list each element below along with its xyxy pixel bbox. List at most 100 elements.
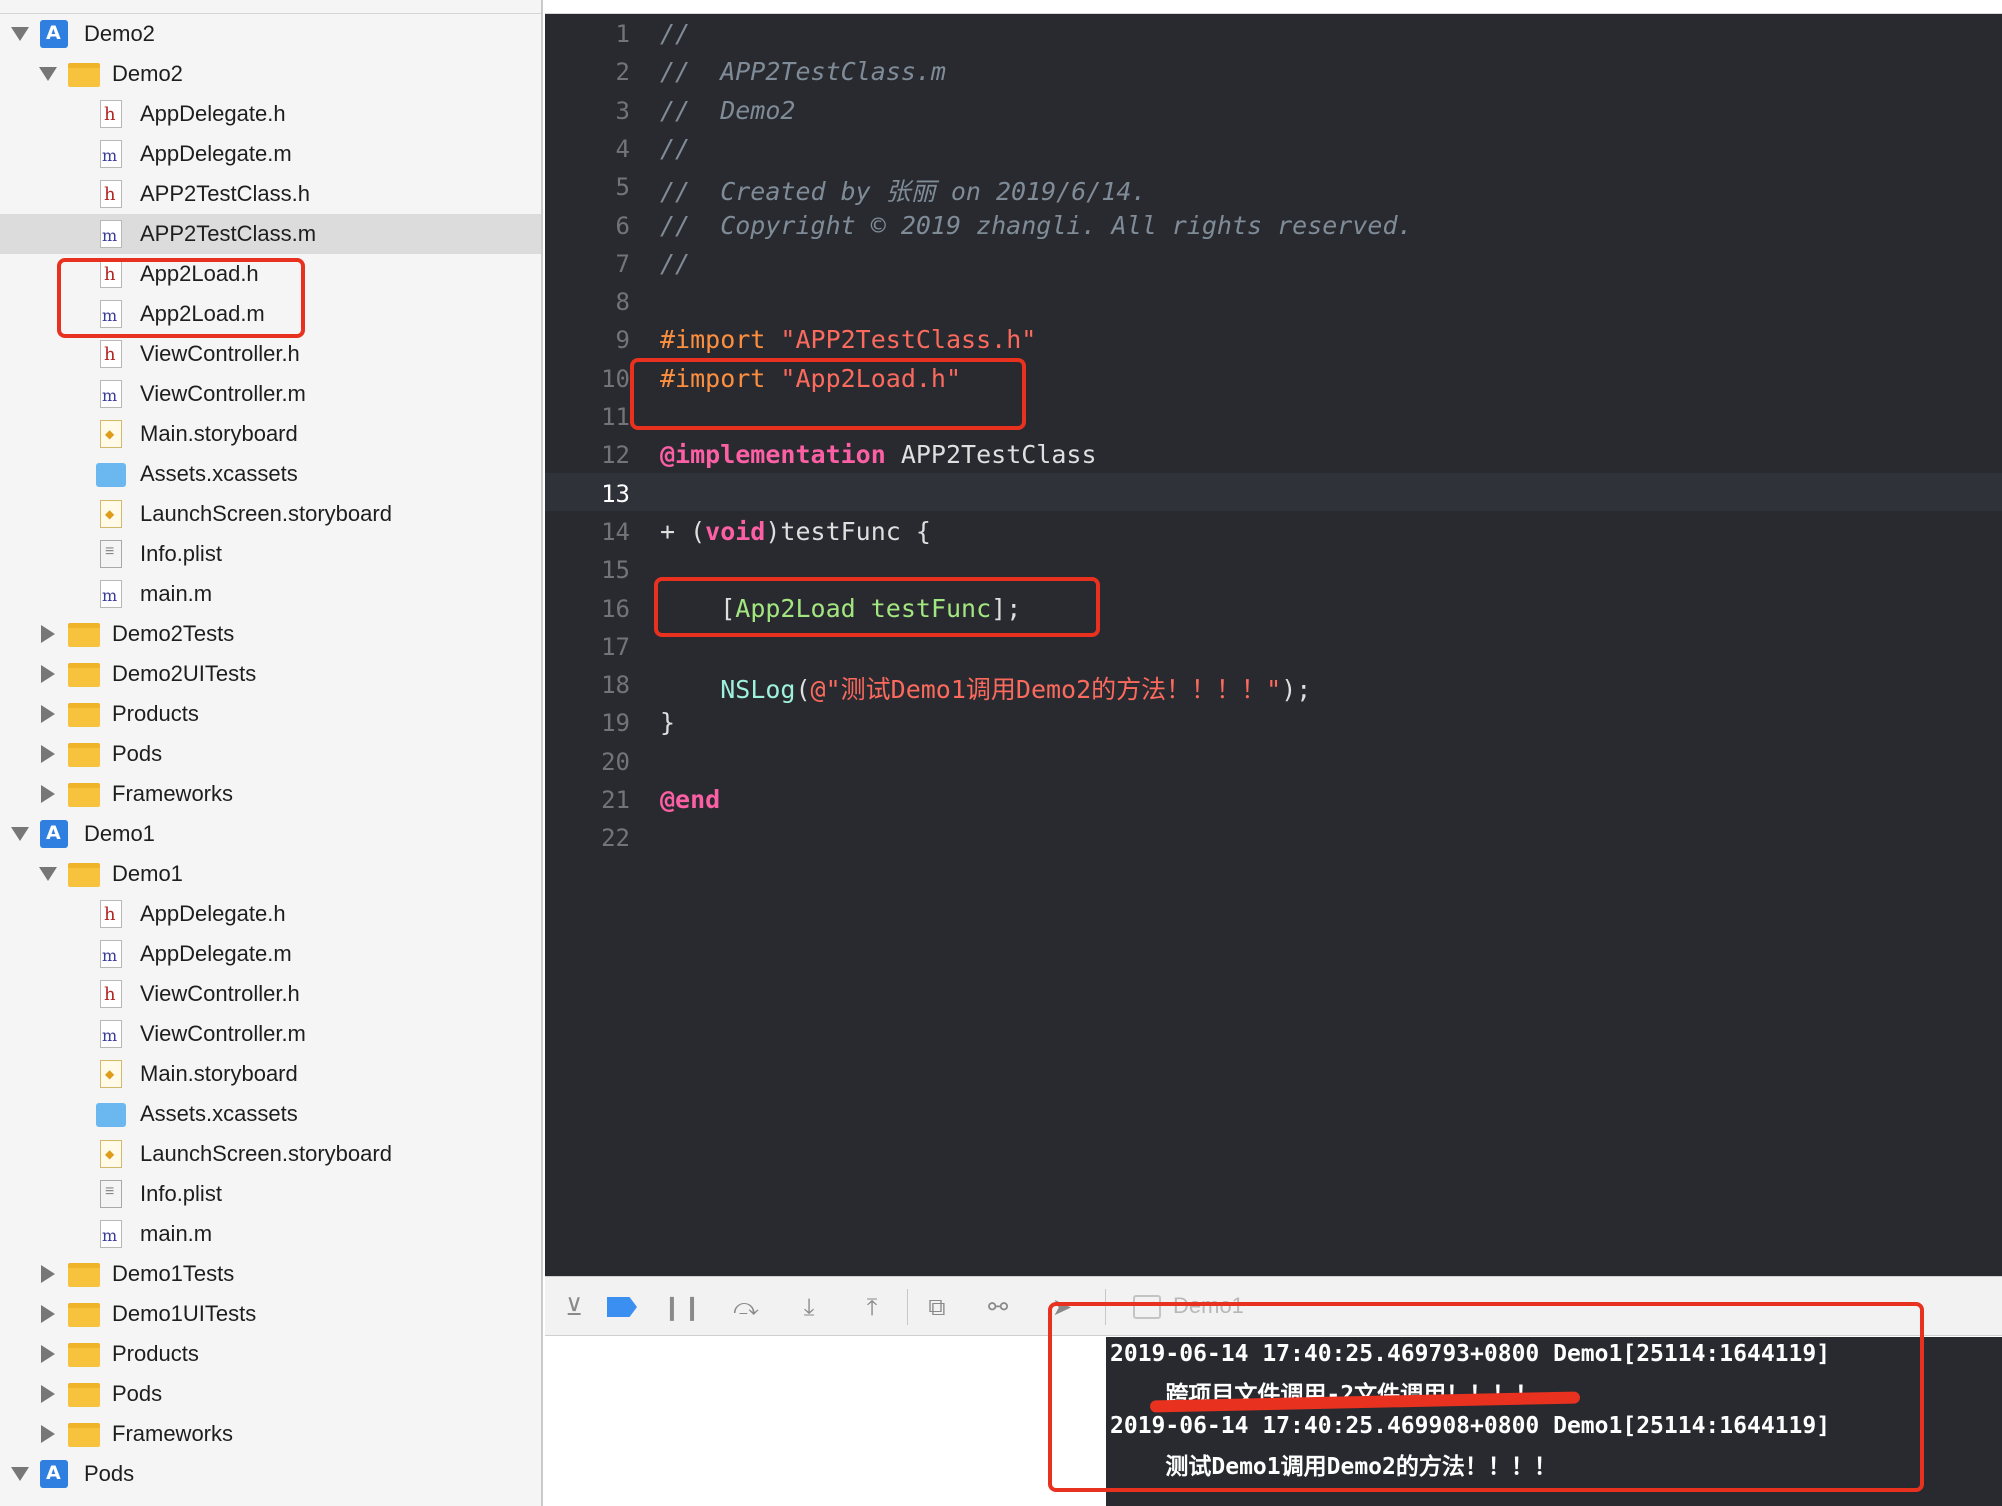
line-number: 6	[615, 212, 630, 240]
hide-debug-area-icon[interactable]: ⊻	[557, 1291, 591, 1323]
navigator-row[interactable]: main.m	[0, 574, 541, 614]
objc-file-icon	[100, 580, 122, 608]
code-line: @end	[660, 785, 720, 814]
navigator-row[interactable]: Pods	[0, 1374, 541, 1414]
navigator-row[interactable]: AppDelegate.h	[0, 94, 541, 134]
project-icon	[40, 820, 68, 848]
navigator-row[interactable]: Info.plist	[0, 534, 541, 574]
navigator-row[interactable]: Demo1UITests	[0, 1294, 541, 1334]
navigator-row-label: ViewController.m	[140, 1021, 306, 1046]
plist-icon	[100, 1180, 122, 1208]
code-token: APP2TestClass	[885, 440, 1097, 469]
navigator-row[interactable]: Frameworks	[0, 1414, 541, 1454]
line-number: 10	[601, 365, 630, 393]
navigator-row[interactable]: APP2TestClass.h	[0, 174, 541, 214]
disclosure-closed-icon[interactable]	[38, 1424, 58, 1444]
disclosure-closed-icon[interactable]	[38, 784, 58, 804]
disclosure-closed-icon[interactable]	[38, 1264, 58, 1284]
code-editor[interactable]: 1 // 2 // APP2TestClass.m 3 // Demo2 4 // 5 // Cr…	[545, 0, 2002, 1276]
disclosure-closed-icon[interactable]	[38, 1344, 58, 1364]
navigator-row[interactable]: Demo2	[0, 54, 541, 94]
navigator-row[interactable]: LaunchScreen.storyboard	[0, 494, 541, 534]
code-token: );	[1281, 675, 1312, 704]
storyboard-icon	[100, 500, 122, 528]
navigator-row[interactable]: APP2TestClass.m	[0, 214, 541, 254]
disclosure-closed-icon[interactable]	[38, 1304, 58, 1324]
variables-view[interactable]	[545, 1337, 1105, 1506]
disclosure-open-icon[interactable]	[38, 864, 58, 884]
navigator-row[interactable]: Assets.xcassets	[0, 454, 541, 494]
navigator-row[interactable]: Main.storyboard	[0, 1054, 541, 1094]
code-line: NSLog(@"测试Demo1调用Demo2的方法！！！！");	[660, 670, 1311, 706]
line-number: 4	[615, 135, 630, 163]
disclosure-closed-icon[interactable]	[38, 744, 58, 764]
code-token: + (	[660, 517, 706, 546]
navigator-row-label: APP2TestClass.m	[140, 221, 317, 246]
navigator-row[interactable]: Demo2	[0, 14, 541, 54]
disclosure-open-icon[interactable]	[10, 824, 30, 844]
code-line: // Copyright © 2019 zhangli. All rights …	[660, 211, 1413, 240]
navigator-row-label: main.m	[140, 1221, 213, 1246]
storyboard-icon	[100, 420, 122, 448]
step-over-icon[interactable]: ⤼	[729, 1291, 763, 1323]
navigator-row[interactable]: ViewController.m	[0, 374, 541, 414]
disclosure-closed-icon[interactable]	[38, 1384, 58, 1404]
storyboard-icon	[100, 1140, 122, 1168]
header-file-icon	[100, 340, 122, 368]
code-token: @"测试Demo1调用Demo2的方法！！！！"	[810, 675, 1282, 704]
pause-icon[interactable]: ❙❙	[662, 1291, 702, 1323]
code-token: @implementation	[660, 440, 886, 469]
disclosure-closed-icon[interactable]	[38, 664, 58, 684]
code-token: // Demo2	[660, 96, 796, 125]
navigator-row[interactable]: Pods	[0, 1454, 541, 1494]
navigator-row[interactable]: AppDelegate.m	[0, 134, 541, 174]
folder-icon	[68, 1383, 100, 1407]
navigator-row[interactable]: Demo1	[0, 814, 541, 854]
disclosure-open-icon[interactable]	[10, 24, 30, 44]
navigator-row[interactable]: Demo1Tests	[0, 1254, 541, 1294]
folder-icon	[68, 743, 100, 767]
navigator-row[interactable]: Products	[0, 1334, 541, 1374]
code-line: #import "APP2TestClass.h"	[660, 325, 1036, 354]
disclosure-closed-icon[interactable]	[38, 704, 58, 724]
navigator-row[interactable]: ViewController.m	[0, 1014, 541, 1054]
navigator-row[interactable]: Frameworks	[0, 774, 541, 814]
step-into-icon[interactable]: ⤓	[792, 1291, 826, 1323]
breakpoints-toggle-icon[interactable]	[605, 1291, 639, 1323]
disclosure-open-icon[interactable]	[10, 1464, 30, 1484]
navigator-row[interactable]: LaunchScreen.storyboard	[0, 1134, 541, 1174]
navigator-row[interactable]: Main.storyboard	[0, 414, 541, 454]
navigator-row[interactable]: Pods	[0, 734, 541, 774]
navigator-row[interactable]: Demo2Tests	[0, 614, 541, 654]
navigator-row[interactable]: Products	[0, 694, 541, 734]
navigator-row[interactable]: Demo1	[0, 854, 541, 894]
folder-icon	[68, 1343, 100, 1367]
asset-catalog-icon	[96, 463, 126, 487]
line-number: 16	[601, 595, 630, 623]
navigator-row-label: Products	[112, 701, 199, 726]
line-number: 14	[601, 518, 630, 546]
navigator-row[interactable]: Assets.xcassets	[0, 1094, 541, 1134]
navigator-row[interactable]: ViewController.h	[0, 334, 541, 374]
navigator-row-label: Demo1UITests	[112, 1301, 257, 1326]
folder-icon	[68, 863, 100, 887]
navigator-row[interactable]: ViewController.h	[0, 974, 541, 1014]
disclosure-open-icon[interactable]	[38, 64, 58, 84]
view-debugger-icon[interactable]: ⧉	[920, 1291, 954, 1323]
navigator-row-label: Main.storyboard	[140, 421, 298, 446]
navigator-row[interactable]: Info.plist	[0, 1174, 541, 1214]
navigator-row[interactable]: main.m	[0, 1214, 541, 1254]
memory-graph-icon[interactable]: ⚯	[981, 1291, 1015, 1323]
navigator-row-label: Assets.xcassets	[140, 461, 298, 486]
folder-icon	[68, 663, 100, 687]
navigator-row[interactable]: Demo2UITests	[0, 654, 541, 694]
step-out-icon[interactable]: ⤒	[855, 1291, 889, 1323]
code-line: // Demo2	[660, 96, 795, 125]
navigator-row-label: AppDelegate.h	[140, 101, 286, 126]
navigator-row[interactable]: AppDelegate.h	[0, 894, 541, 934]
disclosure-closed-icon[interactable]	[38, 624, 58, 644]
code-line: // Created by 张丽 on 2019/6/14.	[660, 172, 1147, 208]
navigator-row-label: Assets.xcassets	[140, 1101, 298, 1126]
line-number: 18	[601, 671, 630, 699]
navigator-row[interactable]: AppDelegate.m	[0, 934, 541, 974]
